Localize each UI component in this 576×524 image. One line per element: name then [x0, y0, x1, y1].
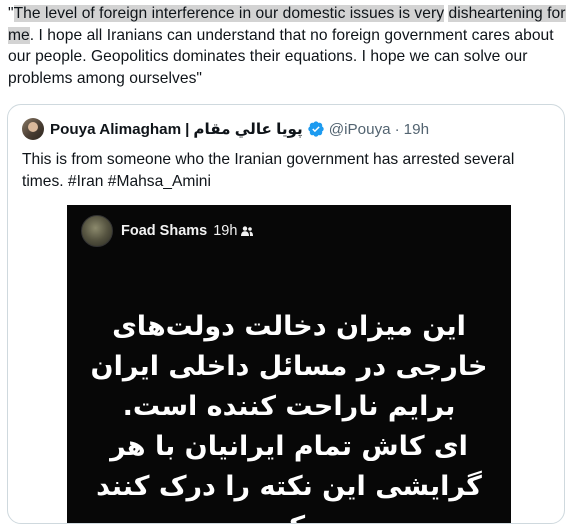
- persian-line: ای کاش تمام ایرانیان با هر: [110, 431, 468, 462]
- author-name-separator: |: [185, 120, 190, 138]
- quoted-tweet-media[interactable]: Foad Shams 19h این میزان دخالت دولت‌های …: [67, 205, 511, 523]
- open-quote: ": [8, 5, 14, 22]
- author-handle[interactable]: @iPouya: [329, 121, 391, 138]
- author-name-arabic[interactable]: پویا عالي مقام: [193, 120, 302, 138]
- verified-badge-icon: [308, 121, 324, 137]
- author-avatar[interactable]: [22, 118, 44, 140]
- quoted-tweet-text: This is from someone who the Iranian gov…: [22, 151, 515, 190]
- persian-line: گرایشی این نکته را درک کنند که: [96, 471, 482, 523]
- tweet-text: "The level of foreign interference in ou…: [8, 3, 570, 89]
- tweet-text-rest: . I hope all Iranians can understand tha…: [8, 26, 554, 87]
- tweet-timestamp[interactable]: 19h: [404, 121, 429, 138]
- quoted-tweet-card[interactable]: Pouya Alimagham | پویا عالي مقام @iPouya…: [7, 104, 565, 524]
- separator-dot: ·: [394, 120, 400, 138]
- quoted-tweet-header: Pouya Alimagham | پویا عالي مقام @iPouya…: [22, 117, 429, 141]
- highlighted-text-1: The level of foreign interference in our…: [13, 5, 445, 22]
- persian-line: این میزان دخالت دولت‌های: [112, 311, 466, 342]
- story-header: Foad Shams 19h: [81, 215, 254, 247]
- story-time: 19h: [213, 223, 238, 239]
- story-author-name: Foad Shams: [121, 223, 208, 239]
- persian-line: خارجی در مسائل داخلی ایران: [90, 351, 488, 382]
- story-persian-text: این میزان دخالت دولت‌های خارجی در مسائل …: [77, 307, 501, 523]
- story-author-avatar: [81, 215, 113, 247]
- friends-icon: [241, 226, 254, 236]
- persian-line: برایم ناراحت کننده است.: [122, 391, 456, 422]
- author-name[interactable]: Pouya Alimagham: [50, 121, 181, 138]
